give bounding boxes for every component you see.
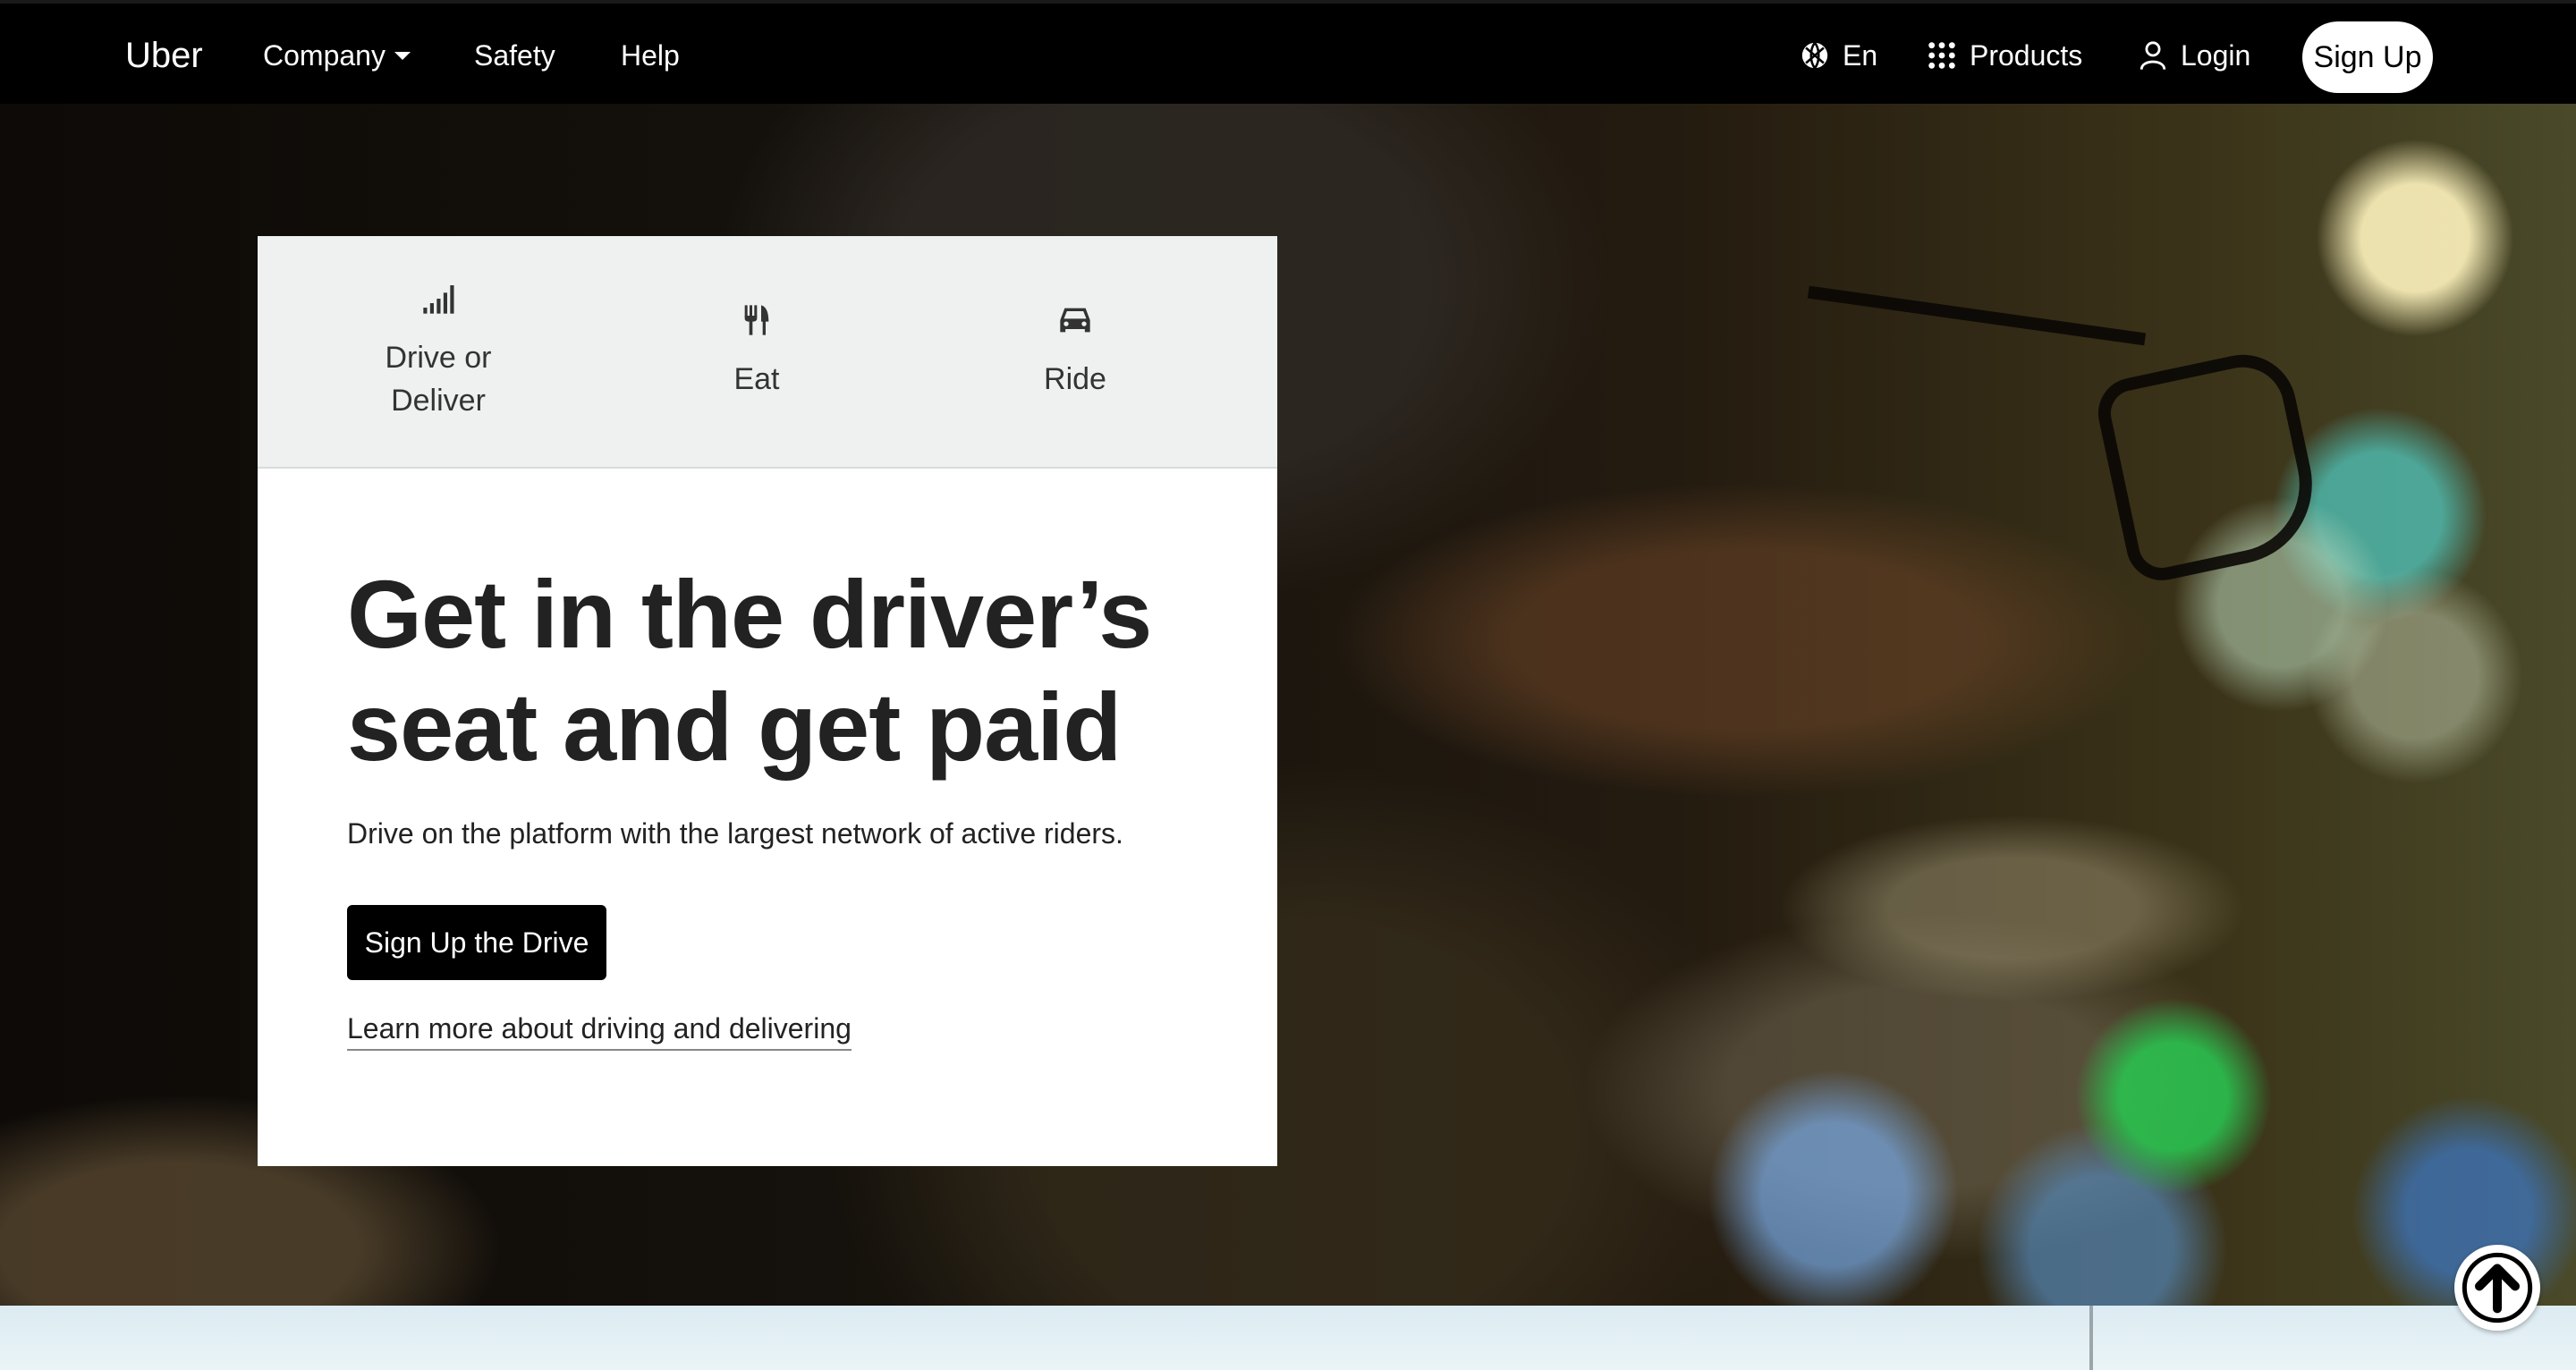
tab-ride[interactable]: Ride bbox=[916, 236, 1234, 467]
top-navbar: Uber Company Safety Help En Products Log… bbox=[0, 0, 2576, 104]
user-icon bbox=[2140, 41, 2166, 70]
products-label: Products bbox=[1970, 38, 2083, 72]
grid-icon bbox=[1928, 42, 1955, 69]
page: Uber Company Safety Help En Products Log… bbox=[0, 0, 2576, 1370]
brand-logo[interactable]: Uber bbox=[125, 4, 203, 107]
login-link[interactable]: Login bbox=[2138, 4, 2250, 107]
scroll-to-top-button[interactable] bbox=[2454, 1245, 2540, 1331]
nav-company-label: Company bbox=[263, 38, 386, 72]
utensils-icon bbox=[744, 305, 769, 335]
hero-tabs: Drive or Deliver Eat Ride bbox=[258, 236, 1277, 469]
login-label: Login bbox=[2181, 38, 2251, 72]
language-selector[interactable]: En bbox=[1800, 4, 1877, 107]
hero-decoration bbox=[2091, 344, 2327, 588]
arrow-up-icon bbox=[2462, 1252, 2533, 1323]
nav-safety-link[interactable]: Safety bbox=[474, 4, 555, 107]
tab-eat[interactable]: Eat bbox=[597, 236, 916, 467]
next-section-preview bbox=[0, 1306, 2576, 1370]
hero-card: Drive or Deliver Eat Ride Get in the dri… bbox=[258, 236, 1277, 1166]
tab-drive-or-deliver[interactable]: Drive or Deliver bbox=[279, 236, 597, 467]
tab-eat-label: Eat bbox=[733, 362, 780, 396]
signup-button[interactable]: Sign Up bbox=[2302, 21, 2433, 93]
next-section-decoration bbox=[2089, 1306, 2093, 1370]
language-label: En bbox=[1843, 38, 1878, 72]
hero-description: Drive on the platform with the largest n… bbox=[347, 817, 1123, 850]
caret-down-icon bbox=[394, 51, 411, 60]
hero-title: Get in the driver’s seat and get paid bbox=[347, 560, 1152, 781]
tab-drive-label: Drive or Deliver bbox=[385, 341, 492, 418]
hero-decoration bbox=[1807, 285, 2147, 346]
signup-drive-button[interactable]: Sign Up the Drive bbox=[347, 905, 606, 980]
globe-icon bbox=[1801, 42, 1828, 69]
signal-bars-icon bbox=[423, 285, 454, 314]
learn-more-link[interactable]: Learn more about driving and delivering bbox=[347, 1012, 852, 1051]
tab-ride-label: Ride bbox=[1044, 362, 1106, 396]
nav-company-dropdown[interactable]: Company bbox=[263, 4, 411, 107]
car-icon bbox=[1060, 308, 1090, 333]
nav-help-link[interactable]: Help bbox=[621, 4, 680, 107]
products-menu[interactable]: Products bbox=[1927, 4, 2082, 107]
